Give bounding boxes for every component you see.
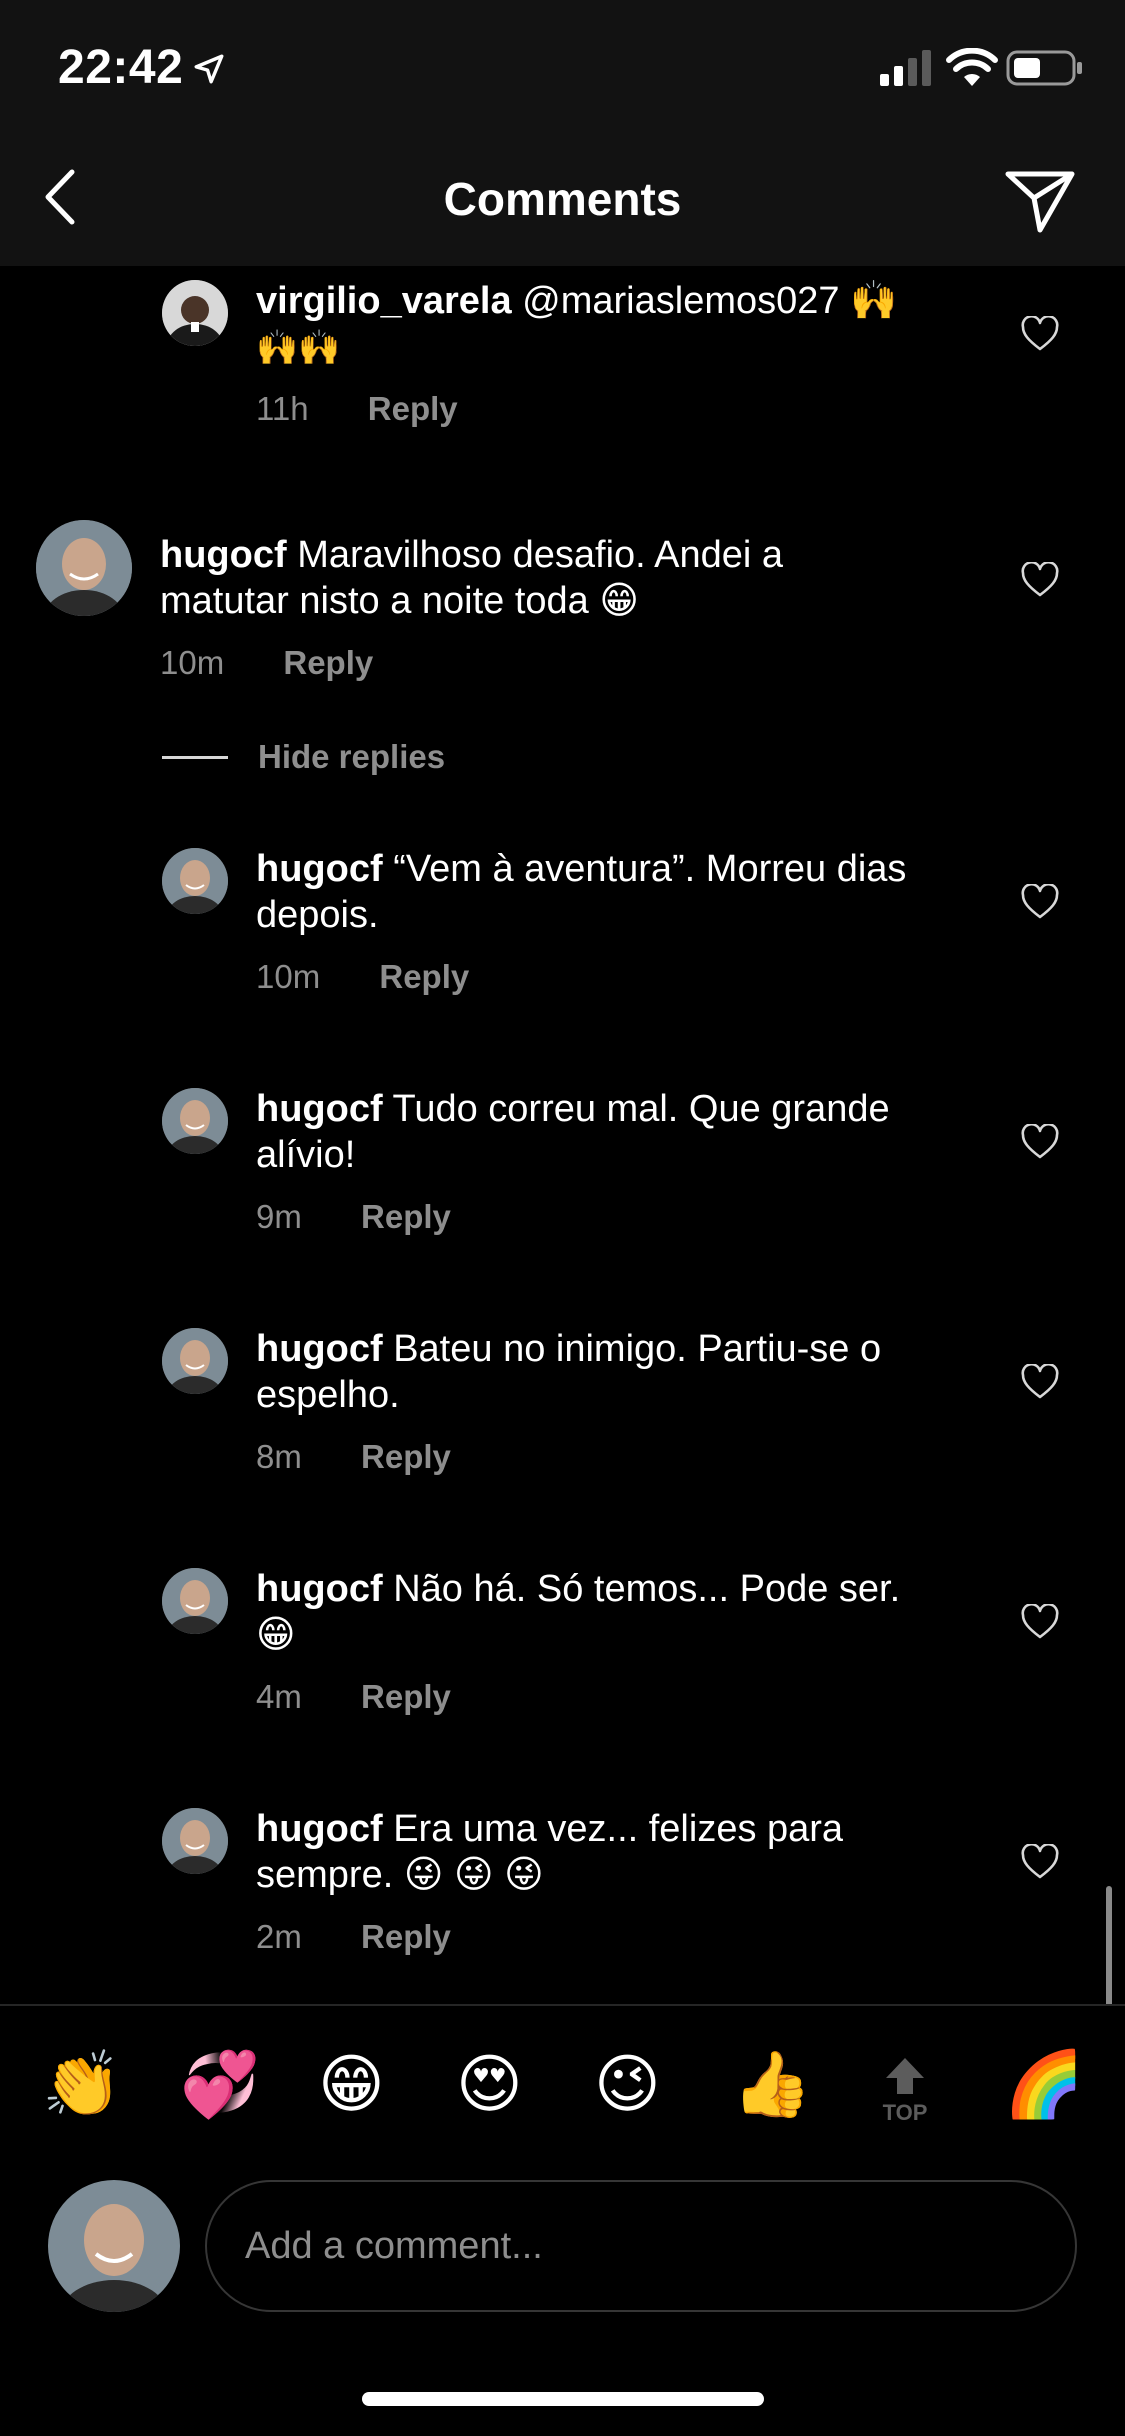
comment-time: 2m [256, 1918, 302, 1955]
emoji-grin[interactable]: 😁 [318, 2052, 385, 2116]
comment-text: @mariaslemos027 🙌 [522, 280, 898, 322]
avatar[interactable] [162, 280, 228, 346]
heart-icon[interactable] [1020, 1844, 1060, 1880]
avatar [48, 2180, 180, 2312]
emoji-hearts[interactable]: 💞 [180, 2052, 260, 2116]
comment-username[interactable]: virgilio_varela [256, 280, 512, 322]
quick-emoji-bar: 👏 💞 😁 😍 😉 👍 TOP 🌈 [0, 2004, 1125, 2164]
comment-text: Maravilhoso desafio. Andei a [297, 534, 784, 576]
comment-text: Não há. Só temos... Pode ser. [393, 1568, 901, 1610]
comment-username[interactable]: hugocf [256, 1328, 383, 1370]
comment-username[interactable]: hugocf [256, 1568, 383, 1610]
comment-text-line2: 😁 [256, 1614, 296, 1656]
reply-button[interactable]: Reply [379, 958, 469, 995]
hide-replies-label: Hide replies [258, 738, 446, 775]
comment-text: Era uma vez... felizes para [393, 1808, 844, 1850]
comment-text: Bateu no inimigo. Partiu-se o [393, 1328, 882, 1370]
scroll-top-icon[interactable]: TOP [874, 2054, 936, 2124]
emoji-wink[interactable]: 😉 [594, 2052, 661, 2116]
comment-time: 10m [256, 958, 321, 995]
reply-button[interactable]: Reply [361, 1678, 451, 1715]
location-arrow-icon [194, 54, 224, 84]
avatar[interactable] [162, 1808, 228, 1874]
status-time: 22:42 [58, 41, 184, 94]
scroll-top-label: TOP [883, 2100, 928, 2124]
header-bar: Comments [0, 132, 1125, 266]
heart-icon[interactable] [1020, 1604, 1060, 1640]
emoji-heart-eyes[interactable]: 😍 [456, 2052, 523, 2116]
avatar[interactable] [162, 1088, 228, 1154]
comment-text-line2: matutar nisto a noite toda 😁 [160, 580, 639, 622]
heart-icon[interactable] [1020, 884, 1060, 920]
comments-list[interactable]: virgilio_varela @mariaslemos027 🙌 🙌🙌 11h… [0, 266, 1125, 2004]
comment-text: Tudo correu mal. Que grande [392, 1088, 890, 1130]
heart-icon[interactable] [1020, 562, 1060, 598]
emoji-rainbow[interactable]: 🌈 [1004, 2052, 1084, 2116]
comment-username[interactable]: hugocf [256, 1808, 383, 1850]
comment-time: 4m [256, 1678, 302, 1715]
emoji-thumbs-up[interactable]: 👍 [732, 2052, 812, 2116]
reply-button[interactable]: Reply [361, 1438, 451, 1475]
comment-text: “Vem à aventura”. Morreu dias [393, 848, 907, 890]
hide-replies-button[interactable]: Hide replies [162, 738, 445, 776]
comment-text-line2: 🙌🙌 [256, 329, 341, 367]
reply-button[interactable]: Reply [368, 390, 458, 427]
avatar[interactable] [162, 1568, 228, 1634]
status-bar: 22:42 [0, 0, 1125, 132]
reply-button[interactable]: Reply [361, 1918, 451, 1955]
scrollbar[interactable] [1106, 1886, 1112, 2004]
comment-text-line2: sempre. 😜 😜 😜 [256, 1854, 544, 1896]
battery-icon [1006, 50, 1082, 86]
comment-text-line2: depois. [256, 894, 379, 936]
comment-time: 10m [160, 644, 225, 681]
reply-button[interactable]: Reply [283, 644, 373, 681]
comment-time: 11h [256, 390, 309, 427]
page-title: Comments [443, 173, 682, 225]
signal-icon [880, 50, 931, 86]
emoji-clap[interactable]: 👏 [42, 2052, 122, 2116]
wifi-icon [946, 48, 998, 86]
paper-plane-icon[interactable] [1000, 158, 1080, 238]
comment-time: 8m [256, 1438, 302, 1475]
heart-icon[interactable] [1020, 1364, 1060, 1400]
hide-replies-line [162, 755, 228, 759]
comment-username[interactable]: hugocf [256, 848, 383, 890]
comment-text-line2: alívio! [256, 1134, 356, 1176]
comment-text-line2: espelho. [256, 1374, 400, 1416]
comment-input[interactable] [205, 2180, 1077, 2312]
avatar[interactable] [36, 520, 132, 616]
comment-username[interactable]: hugocf [256, 1088, 383, 1130]
comment-username[interactable]: hugocf [160, 534, 287, 576]
home-indicator[interactable] [362, 2392, 764, 2406]
heart-icon[interactable] [1020, 1124, 1060, 1160]
heart-icon[interactable] [1020, 316, 1060, 352]
avatar[interactable] [162, 848, 228, 914]
avatar[interactable] [162, 1328, 228, 1394]
reply-button[interactable]: Reply [361, 1198, 451, 1235]
comment-time: 9m [256, 1198, 302, 1235]
